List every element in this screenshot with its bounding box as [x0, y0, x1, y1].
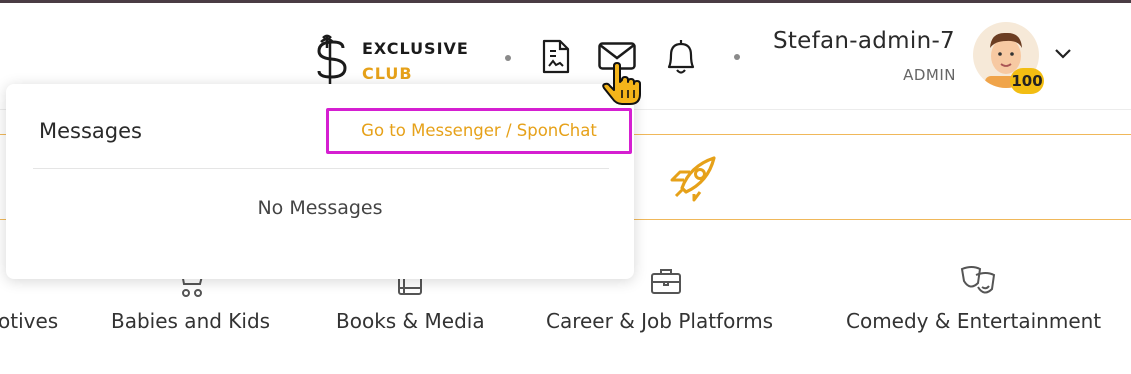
- logo-text-club: CLUB: [362, 64, 413, 83]
- separator-dot: [734, 54, 740, 60]
- category-label[interactable]: Career & Job Platforms: [546, 309, 773, 333]
- chevron-down-icon[interactable]: [1053, 47, 1073, 61]
- rocket-icon[interactable]: [666, 152, 722, 202]
- user-name[interactable]: Stefan-admin-7: [773, 28, 955, 54]
- category-label[interactable]: otives: [0, 309, 58, 333]
- go-to-messenger-link[interactable]: Go to Messenger / SponChat: [326, 108, 632, 154]
- points-badge: 100: [1010, 68, 1044, 94]
- empty-state-text: No Messages: [257, 197, 383, 219]
- separator-dot: [505, 55, 511, 61]
- messages-dropdown: Messages Go to Messenger / SponChat No M…: [6, 84, 634, 279]
- category-label[interactable]: Comedy & Entertainment: [846, 309, 1101, 333]
- category-label[interactable]: Books & Media: [336, 309, 485, 333]
- palm-s-logo-icon: [317, 34, 347, 84]
- theater-masks-icon[interactable]: [960, 265, 996, 297]
- document-icon[interactable]: [541, 38, 571, 75]
- messages-title: Messages: [39, 119, 142, 143]
- logo-text-exclusive: EXCLUSIVE: [362, 39, 469, 58]
- user-role: ADMIN: [903, 66, 956, 84]
- top-border: [0, 0, 1131, 3]
- divider: [33, 168, 609, 169]
- category-label[interactable]: Babies and Kids: [111, 309, 270, 333]
- bell-icon[interactable]: [663, 37, 699, 77]
- hand-cursor-icon: [602, 62, 641, 105]
- briefcase-icon[interactable]: [650, 266, 682, 296]
